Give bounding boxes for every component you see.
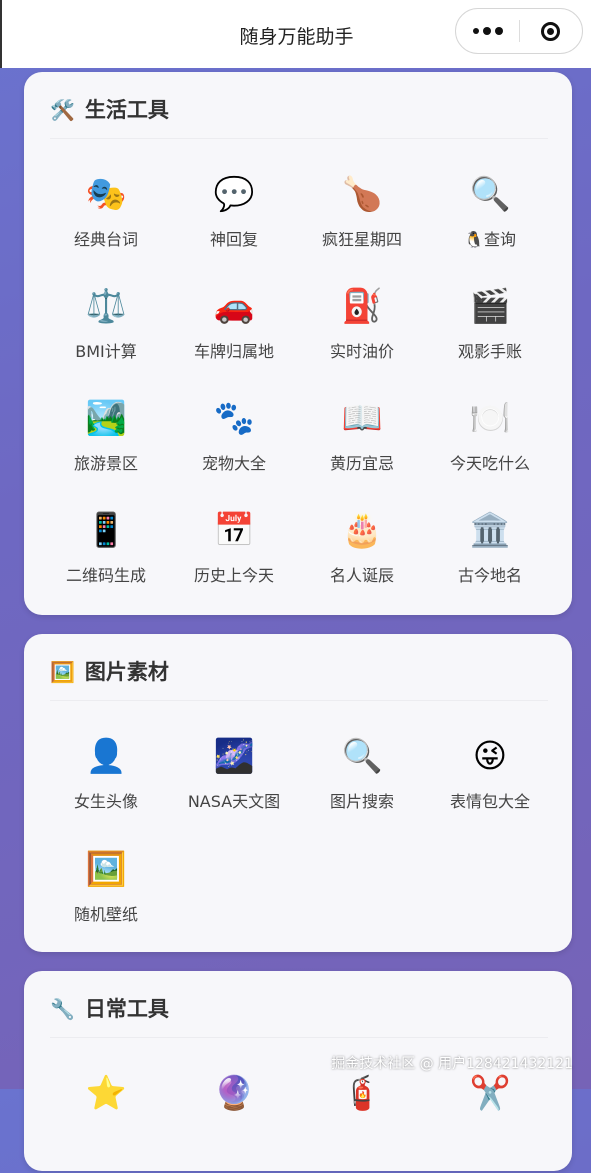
tool-label: NASA天文图 — [187, 792, 281, 811]
tool-label: 宠物大全 — [201, 454, 266, 473]
dot-icon — [472, 28, 479, 34]
crystal-ball-icon: 🔮 — [213, 1073, 255, 1112]
tools-icon: 🛠️ — [50, 98, 75, 122]
tool-item[interactable]: 🖼️ 随机壁纸 — [42, 849, 170, 949]
picture-icon: 🖼️ — [85, 849, 127, 888]
tool-label: 旅游景区 — [73, 454, 138, 473]
close-mini-program-button[interactable] — [520, 21, 582, 41]
tool-item[interactable]: 🍽️ 今天吃什么 — [426, 398, 554, 498]
tool-label: 今天吃什么 — [449, 454, 530, 473]
tool-item[interactable]: 😜 表情包大全 — [426, 736, 554, 836]
galaxy-icon: 🌌 — [213, 736, 255, 775]
section-title: 图片素材 — [84, 660, 169, 684]
tool-label: 神回复 — [209, 230, 258, 249]
phone-icon: 📱 — [85, 510, 127, 549]
star-icon: ⭐ — [85, 1073, 127, 1112]
tool-item[interactable]: ⛽ 实时油价 — [298, 286, 426, 386]
magnifier-icon: 🔍 — [341, 736, 383, 775]
paw-icon: 🐾 — [213, 398, 255, 437]
plate-icon: 🍽️ — [469, 398, 511, 437]
tool-item[interactable]: ⚖️ BMI计算 — [42, 286, 170, 386]
tool-item[interactable]: 🧯 — [298, 1073, 426, 1173]
tool-label: 疯狂星期四 — [321, 230, 402, 249]
tool-item[interactable]: 🎬 观影手账 — [426, 286, 554, 386]
tool-label: 观影手账 — [457, 342, 522, 361]
speech-bubble-icon: 💬 — [213, 174, 255, 213]
calendar-icon: 📅 — [213, 510, 255, 549]
tool-item[interactable]: ⭐ — [42, 1073, 170, 1173]
tool-label: 车牌归属地 — [193, 342, 274, 361]
landscape-icon: 🏞️ — [85, 398, 127, 437]
section-header: 🛠️ 生活工具 — [50, 96, 548, 139]
more-menu-button[interactable] — [456, 27, 519, 35]
tool-label: 女生头像 — [73, 792, 138, 811]
tool-label: 经典台词 — [73, 230, 138, 249]
target-icon — [541, 21, 561, 41]
tool-item[interactable]: 🌌 NASA天文图 — [170, 736, 298, 836]
section-title: 生活工具 — [84, 98, 169, 122]
tool-item[interactable]: 👤 女生头像 — [42, 736, 170, 836]
tool-item[interactable]: 🔍 🐧查询 — [426, 174, 554, 274]
tool-label: 黄历宜忌 — [329, 454, 394, 473]
smiley-icon: 😜 — [472, 736, 508, 775]
tool-label: 历史上今天 — [193, 566, 274, 585]
tool-label: BMI计算 — [75, 342, 137, 361]
wrench-icon: 🔧 — [50, 997, 75, 1021]
tool-item[interactable]: 🏞️ 旅游景区 — [42, 398, 170, 498]
section-header: 🖼️ 图片素材 — [50, 658, 548, 701]
tool-item[interactable]: 💬 神回复 — [170, 174, 298, 274]
tool-label: 二维码生成 — [65, 566, 146, 585]
tool-item[interactable]: 🍗 疯狂星期四 — [298, 174, 426, 274]
tool-item[interactable]: 🚗 车牌归属地 — [170, 286, 298, 386]
tool-label: 随机壁纸 — [73, 905, 138, 924]
temple-icon: 🏛️ — [469, 510, 511, 549]
cake-icon: 🎂 — [341, 510, 383, 549]
tool-item[interactable]: 🎭 经典台词 — [42, 174, 170, 274]
tool-item[interactable]: 🔍 图片搜索 — [298, 736, 426, 836]
tool-item[interactable]: 🏛️ 古今地名 — [426, 510, 554, 610]
tool-item[interactable]: 🎂 名人诞辰 — [298, 510, 426, 610]
section-card: 🛠️ 生活工具 🎭 经典台词 💬 神回复 🍗 疯狂星期四 🔍 🐧查询 ⚖️ BMI计算 🚗 车牌归属地 ⛽ 实… — [24, 72, 572, 615]
chicken-leg-icon: 🍗 — [341, 174, 383, 213]
scale-icon: ⚖️ — [85, 286, 127, 325]
scissors-icon: ✂️ — [469, 1073, 511, 1112]
masks-icon: 🎭 — [85, 174, 127, 213]
section-header: 🔧 日常工具 — [50, 995, 548, 1038]
extinguisher-icon: 🧯 — [341, 1073, 383, 1112]
section-card: 🖼️ 图片素材 👤 女生头像 🌌 NASA天文图 🔍 图片搜索 😜 表情包大全 🖼️ 随机壁纸 — [24, 634, 572, 952]
book-icon: 📖 — [341, 398, 383, 437]
tool-label: 古今地名 — [457, 566, 522, 585]
magnifier-icon: 🔍 — [469, 174, 511, 213]
mini-program-capsule — [455, 8, 583, 54]
tool-item[interactable]: 🐾 宠物大全 — [170, 398, 298, 498]
clapperboard-icon: 🎬 — [469, 286, 511, 325]
tool-item[interactable]: 🔮 — [170, 1073, 298, 1173]
tool-item[interactable]: 📅 历史上今天 — [170, 510, 298, 610]
section-title: 日常工具 — [84, 997, 169, 1021]
dot-icon — [482, 27, 491, 35]
tool-label: 名人诞辰 — [329, 566, 394, 585]
tool-item[interactable]: ✂️ — [426, 1073, 554, 1173]
picture-icon: 🖼️ — [50, 660, 75, 684]
tool-label: 🐧查询 — [464, 230, 516, 249]
navigation-bar: 随身万能助手 — [0, 0, 591, 68]
dot-icon — [494, 27, 503, 35]
car-icon: 🚗 — [213, 286, 255, 325]
tool-item[interactable]: 📖 黄历宜忌 — [298, 398, 426, 498]
tool-label: 图片搜索 — [329, 792, 394, 811]
fuel-pump-icon: ⛽ — [341, 286, 383, 325]
tool-item[interactable]: 📱 二维码生成 — [42, 510, 170, 610]
watermark: 掘金技术社区 @ 用户128421432121 — [331, 1056, 573, 1072]
person-icon: 👤 — [85, 736, 127, 775]
tool-label: 实时油价 — [329, 342, 394, 361]
tool-label: 表情包大全 — [449, 792, 530, 811]
